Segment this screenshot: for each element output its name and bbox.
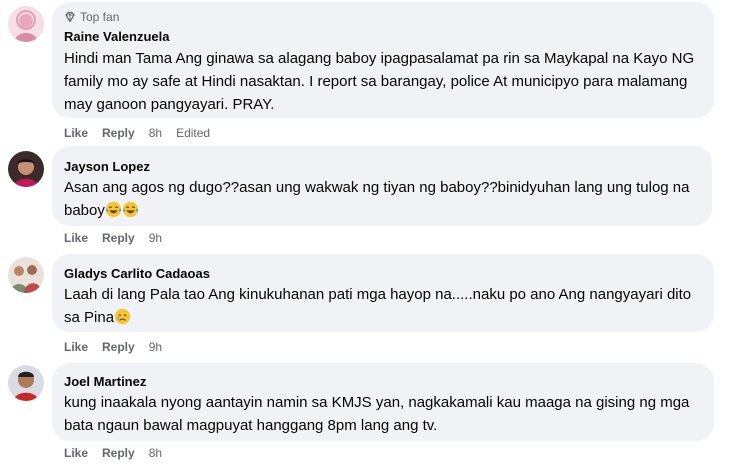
avatar[interactable] [8, 257, 44, 293]
comment-time[interactable]: 9h [149, 231, 162, 245]
avatar[interactable] [8, 6, 44, 42]
like-button[interactable]: Like [64, 446, 88, 460]
top-fan-label: Top fan [80, 10, 120, 24]
comment-bubble: Top fan Raine Valenzuela Hindi man Tama … [52, 2, 714, 118]
comment-actions: Like Reply 8h [64, 446, 162, 460]
comment-time[interactable]: 8h [149, 126, 162, 140]
comment-time[interactable]: 9h [149, 340, 162, 354]
comment-bubble: Joel Martinez kung inaakala nyong aantay… [52, 363, 714, 441]
laughing-tears-emoji-icon [122, 201, 139, 218]
diamond-icon [65, 11, 75, 23]
like-button[interactable]: Like [64, 231, 88, 245]
comment-item: Joel Martinez kung inaakala nyong aantay… [0, 361, 750, 465]
comment-actions: Like Reply 9h [64, 340, 162, 354]
laughing-tears-emoji-icon [105, 201, 122, 218]
comment-time[interactable]: 8h [149, 446, 162, 460]
comment-actions: Like Reply 9h [64, 231, 162, 245]
edited-label: Edited [176, 126, 211, 140]
comment-text: Asan ang agos ng dugo??asan ung wakwak n… [64, 176, 700, 222]
comment-author[interactable]: Jayson Lopez [64, 159, 150, 174]
reply-button[interactable]: Reply [102, 340, 135, 354]
reply-button[interactable]: Reply [102, 126, 135, 140]
comment-item: Top fan Raine Valenzuela Hindi man Tama … [0, 0, 750, 145]
like-button[interactable]: Like [64, 340, 88, 354]
comment-author[interactable]: Joel Martinez [64, 374, 146, 389]
comment-actions: Like Reply 8h Edited [64, 126, 210, 140]
sad-tear-emoji-icon [114, 308, 131, 325]
comment-text: kung inaakala nyong aantayin namin sa KM… [64, 394, 694, 434]
comment-item: Jayson Lopez Asan ang agos ng dugo??asan… [0, 145, 750, 253]
reply-button[interactable]: Reply [102, 231, 135, 245]
comment-text-body: Asan ang agos ng dugo??asan ung wakwak n… [64, 179, 694, 219]
like-button[interactable]: Like [64, 126, 88, 140]
avatar[interactable] [8, 365, 44, 401]
comment-text: Hindi man Tama Ang ginawa sa alagang bab… [64, 50, 699, 113]
comment-author[interactable]: Gladys Carlito Cadaoas [64, 266, 210, 281]
avatar[interactable] [8, 151, 44, 187]
comment-author[interactable]: Raine Valenzuela [64, 29, 170, 44]
comment-text-body: Laah di lang Pala tao Ang kinukuhanan pa… [64, 286, 696, 326]
reply-button[interactable]: Reply [102, 446, 135, 460]
comment-text: Laah di lang Pala tao Ang kinukuhanan pa… [64, 283, 702, 329]
comment-bubble: Jayson Lopez Asan ang agos ng dugo??asan… [52, 146, 712, 226]
comment-bubble: Gladys Carlito Cadaoas Laah di lang Pala… [52, 254, 714, 332]
comment-item: Gladys Carlito Cadaoas Laah di lang Pala… [0, 253, 750, 361]
top-fan-badge: Top fan [64, 10, 119, 24]
